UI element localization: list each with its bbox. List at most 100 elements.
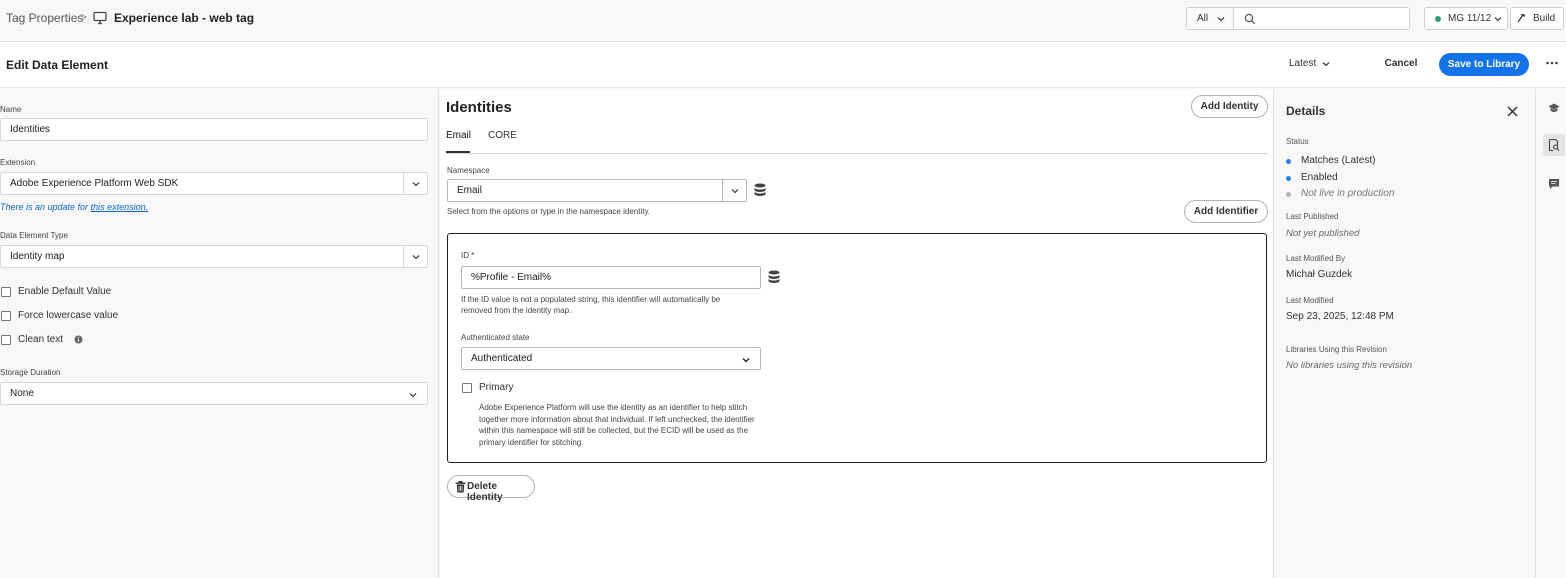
data-element-type-select[interactable]: Identity map: [0, 245, 428, 268]
authenticated-state-label: Authenticated state: [461, 333, 530, 342]
last-published-label: Last Published: [1286, 212, 1339, 221]
delete-identity-label: Delete Identity: [467, 481, 503, 503]
enable-default-label: Enable Default Value: [18, 286, 112, 297]
search-scope-label: All: [1197, 13, 1209, 24]
active-tab-indicator: [446, 151, 470, 153]
libraries-value: No libraries using this revision: [1286, 360, 1413, 371]
save-to-library-button[interactable]: Save to Library: [1439, 53, 1529, 76]
comment-icon: [1549, 179, 1559, 189]
id-label: ID *: [461, 251, 475, 260]
type-label: Data Element Type: [0, 231, 68, 240]
header-bar: Edit Data Element Latest Cancel Save to …: [0, 42, 1566, 88]
extension-value: Adobe Experience Platform Web SDK: [10, 178, 179, 189]
primary-help: Adobe Experience Platform will use the i…: [479, 403, 755, 447]
chevron-down-icon: [409, 393, 417, 398]
update-note-text: There is an update for: [0, 202, 89, 212]
hammer-icon: [1517, 14, 1526, 23]
authenticated-state-value: Authenticated: [471, 353, 533, 364]
details-rail-button[interactable]: [1543, 134, 1565, 156]
id-field[interactable]: %Profile - Email%: [461, 266, 761, 289]
library-status-dot: [1435, 16, 1441, 22]
clean-text-checkbox-row[interactable]: Clean text: [0, 334, 100, 348]
identities-editor: Identities Add Identity Email CORE Names…: [440, 89, 1274, 578]
name-field[interactable]: Identities: [0, 118, 428, 141]
extension-select[interactable]: Adobe Experience Platform Web SDK: [0, 172, 428, 195]
identifier-card: ID * %Profile - Email% If the ID value i…: [447, 233, 1267, 463]
storage-duration-value: None: [10, 388, 34, 399]
status-dot: [1286, 159, 1291, 164]
namespace-dropdown-button[interactable]: [722, 180, 746, 201]
graduation-cap-icon: [1548, 103, 1560, 112]
info-icon[interactable]: [74, 335, 83, 344]
update-extension-link[interactable]: this extension.: [91, 202, 149, 212]
namespace-label: Namespace: [447, 166, 490, 175]
add-identifier-button[interactable]: Add Identifier: [1184, 200, 1268, 223]
breadcrumb-root[interactable]: Tag Properties: [6, 11, 83, 25]
data-element-form: Name Identities Extension Adobe Experien…: [0, 89, 439, 578]
data-element-picker-icon[interactable]: [768, 270, 780, 284]
id-help: If the ID value is not a populated strin…: [461, 295, 721, 315]
identity-tabs: Email CORE: [446, 125, 1268, 154]
trash-icon: [455, 481, 466, 493]
build-button[interactable]: Build: [1510, 7, 1564, 30]
namespace-select[interactable]: Email: [447, 179, 747, 202]
status-text: Not live in production: [1301, 188, 1395, 199]
monitor-icon: [93, 11, 107, 25]
status-text: Matches (Latest): [1301, 155, 1376, 166]
identities-title: Identities: [446, 99, 512, 116]
last-modified-by-label: Last Modified By: [1286, 254, 1346, 263]
chevron-down-icon: [742, 358, 750, 363]
chevron-down-icon: [1217, 17, 1225, 22]
update-note: There is an update for this extension.: [0, 202, 148, 212]
status-dot: [1286, 176, 1291, 181]
tab-core[interactable]: CORE: [488, 130, 517, 141]
type-value: Identity map: [10, 251, 65, 262]
comments-button[interactable]: [1543, 173, 1565, 195]
search-input[interactable]: [1261, 10, 1401, 27]
breadcrumb-current: Experience lab - web tag: [114, 11, 255, 25]
details-title: Details: [1286, 104, 1326, 118]
more-icon[interactable]: [1545, 56, 1559, 70]
storage-duration-select[interactable]: None: [0, 382, 428, 405]
libraries-label: Libraries Using this Revision: [1286, 345, 1387, 354]
chevron-down-icon: [412, 182, 420, 187]
details-panel: Details Status Matches (Latest) Enabled …: [1275, 89, 1536, 578]
name-label: Name: [0, 105, 22, 114]
primary-checkbox[interactable]: [462, 383, 472, 393]
tab-email[interactable]: Email: [446, 130, 471, 141]
learn-button[interactable]: [1543, 97, 1565, 119]
status-dot: [1286, 192, 1291, 197]
delete-identity-button[interactable]: Delete Identity: [447, 475, 535, 503]
cancel-button[interactable]: Cancel: [1378, 53, 1424, 75]
primary-checkbox-row[interactable]: Primary: [461, 382, 541, 396]
force-lowercase-label: Force lowercase value: [18, 310, 119, 321]
data-element-picker-icon[interactable]: [754, 183, 766, 197]
status-label: Status: [1286, 137, 1309, 146]
clean-text-checkbox[interactable]: [1, 335, 11, 345]
status-text: Enabled: [1301, 172, 1338, 183]
chevron-down-icon: [1494, 17, 1502, 22]
add-identity-button[interactable]: Add Identity: [1191, 95, 1268, 118]
library-label: MG 11/12: [1448, 13, 1492, 24]
chevron-down-icon: [412, 255, 420, 260]
last-published-value: Not yet published: [1286, 228, 1360, 239]
primary-label: Primary: [479, 382, 514, 393]
close-icon[interactable]: [1507, 106, 1518, 117]
build-label: Build: [1533, 13, 1556, 24]
authenticated-state-select[interactable]: Authenticated: [461, 347, 761, 370]
extension-dropdown-button[interactable]: [403, 173, 427, 194]
last-modified-value: Sep 23, 2025, 12:48 PM: [1286, 311, 1394, 322]
revision-select[interactable]: Latest: [1289, 58, 1316, 69]
enable-default-checkbox[interactable]: [1, 287, 11, 297]
extension-label: Extension: [0, 158, 36, 167]
type-dropdown-button[interactable]: [403, 246, 427, 267]
clean-text-label: Clean text: [18, 334, 64, 345]
search-bar: All: [1186, 7, 1410, 30]
last-modified-label: Last Modified: [1286, 296, 1334, 305]
search-icon: [1244, 13, 1256, 25]
force-lowercase-checkbox[interactable]: [1, 311, 11, 321]
chevron-down-icon: [731, 189, 739, 194]
library-switcher[interactable]: MG 11/12: [1424, 7, 1508, 30]
search-scope-select[interactable]: All: [1187, 8, 1234, 29]
top-bar: Tag Properties > Experience lab - web ta…: [0, 0, 1566, 42]
